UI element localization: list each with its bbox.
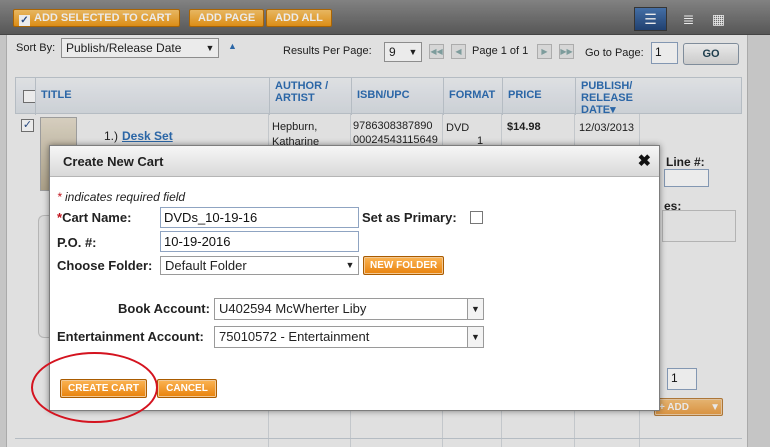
chevron-down-icon: ▼ bbox=[467, 299, 483, 319]
required-note: * indicates required field bbox=[57, 190, 186, 204]
book-account-select[interactable]: U402594 McWherter Liby ▼ bbox=[214, 298, 484, 320]
entertainment-account-label: Entertainment Account: bbox=[57, 329, 204, 344]
dialog-header: Create New Cart bbox=[50, 146, 659, 177]
po-number-label: P.O. #: bbox=[57, 235, 97, 250]
book-account-label: Book Account: bbox=[118, 301, 210, 316]
folder-select[interactable]: Default Folder ▼ bbox=[160, 256, 359, 275]
chevron-down-icon: ▼ bbox=[467, 327, 483, 347]
chevron-down-icon: ▼ bbox=[345, 260, 355, 270]
po-number-input[interactable]: 10-19-2016 bbox=[160, 231, 359, 252]
cart-name-label: *Cart Name: bbox=[57, 210, 132, 225]
close-icon[interactable]: ✖ bbox=[638, 146, 651, 177]
new-folder-button[interactable]: NEW FOLDER bbox=[363, 256, 445, 275]
highlight-annotation bbox=[31, 352, 158, 423]
cart-name-input[interactable]: DVDs_10-19-16 bbox=[160, 207, 359, 228]
set-as-primary-checkbox[interactable] bbox=[470, 211, 483, 224]
set-as-primary-label: Set as Primary: bbox=[362, 210, 457, 225]
dialog-title: Create New Cart bbox=[63, 154, 164, 169]
cancel-button[interactable]: CANCEL bbox=[157, 379, 217, 398]
choose-folder-label: Choose Folder: bbox=[57, 258, 153, 273]
entertainment-account-select[interactable]: 75010572 - Entertainment ▼ bbox=[214, 326, 484, 348]
